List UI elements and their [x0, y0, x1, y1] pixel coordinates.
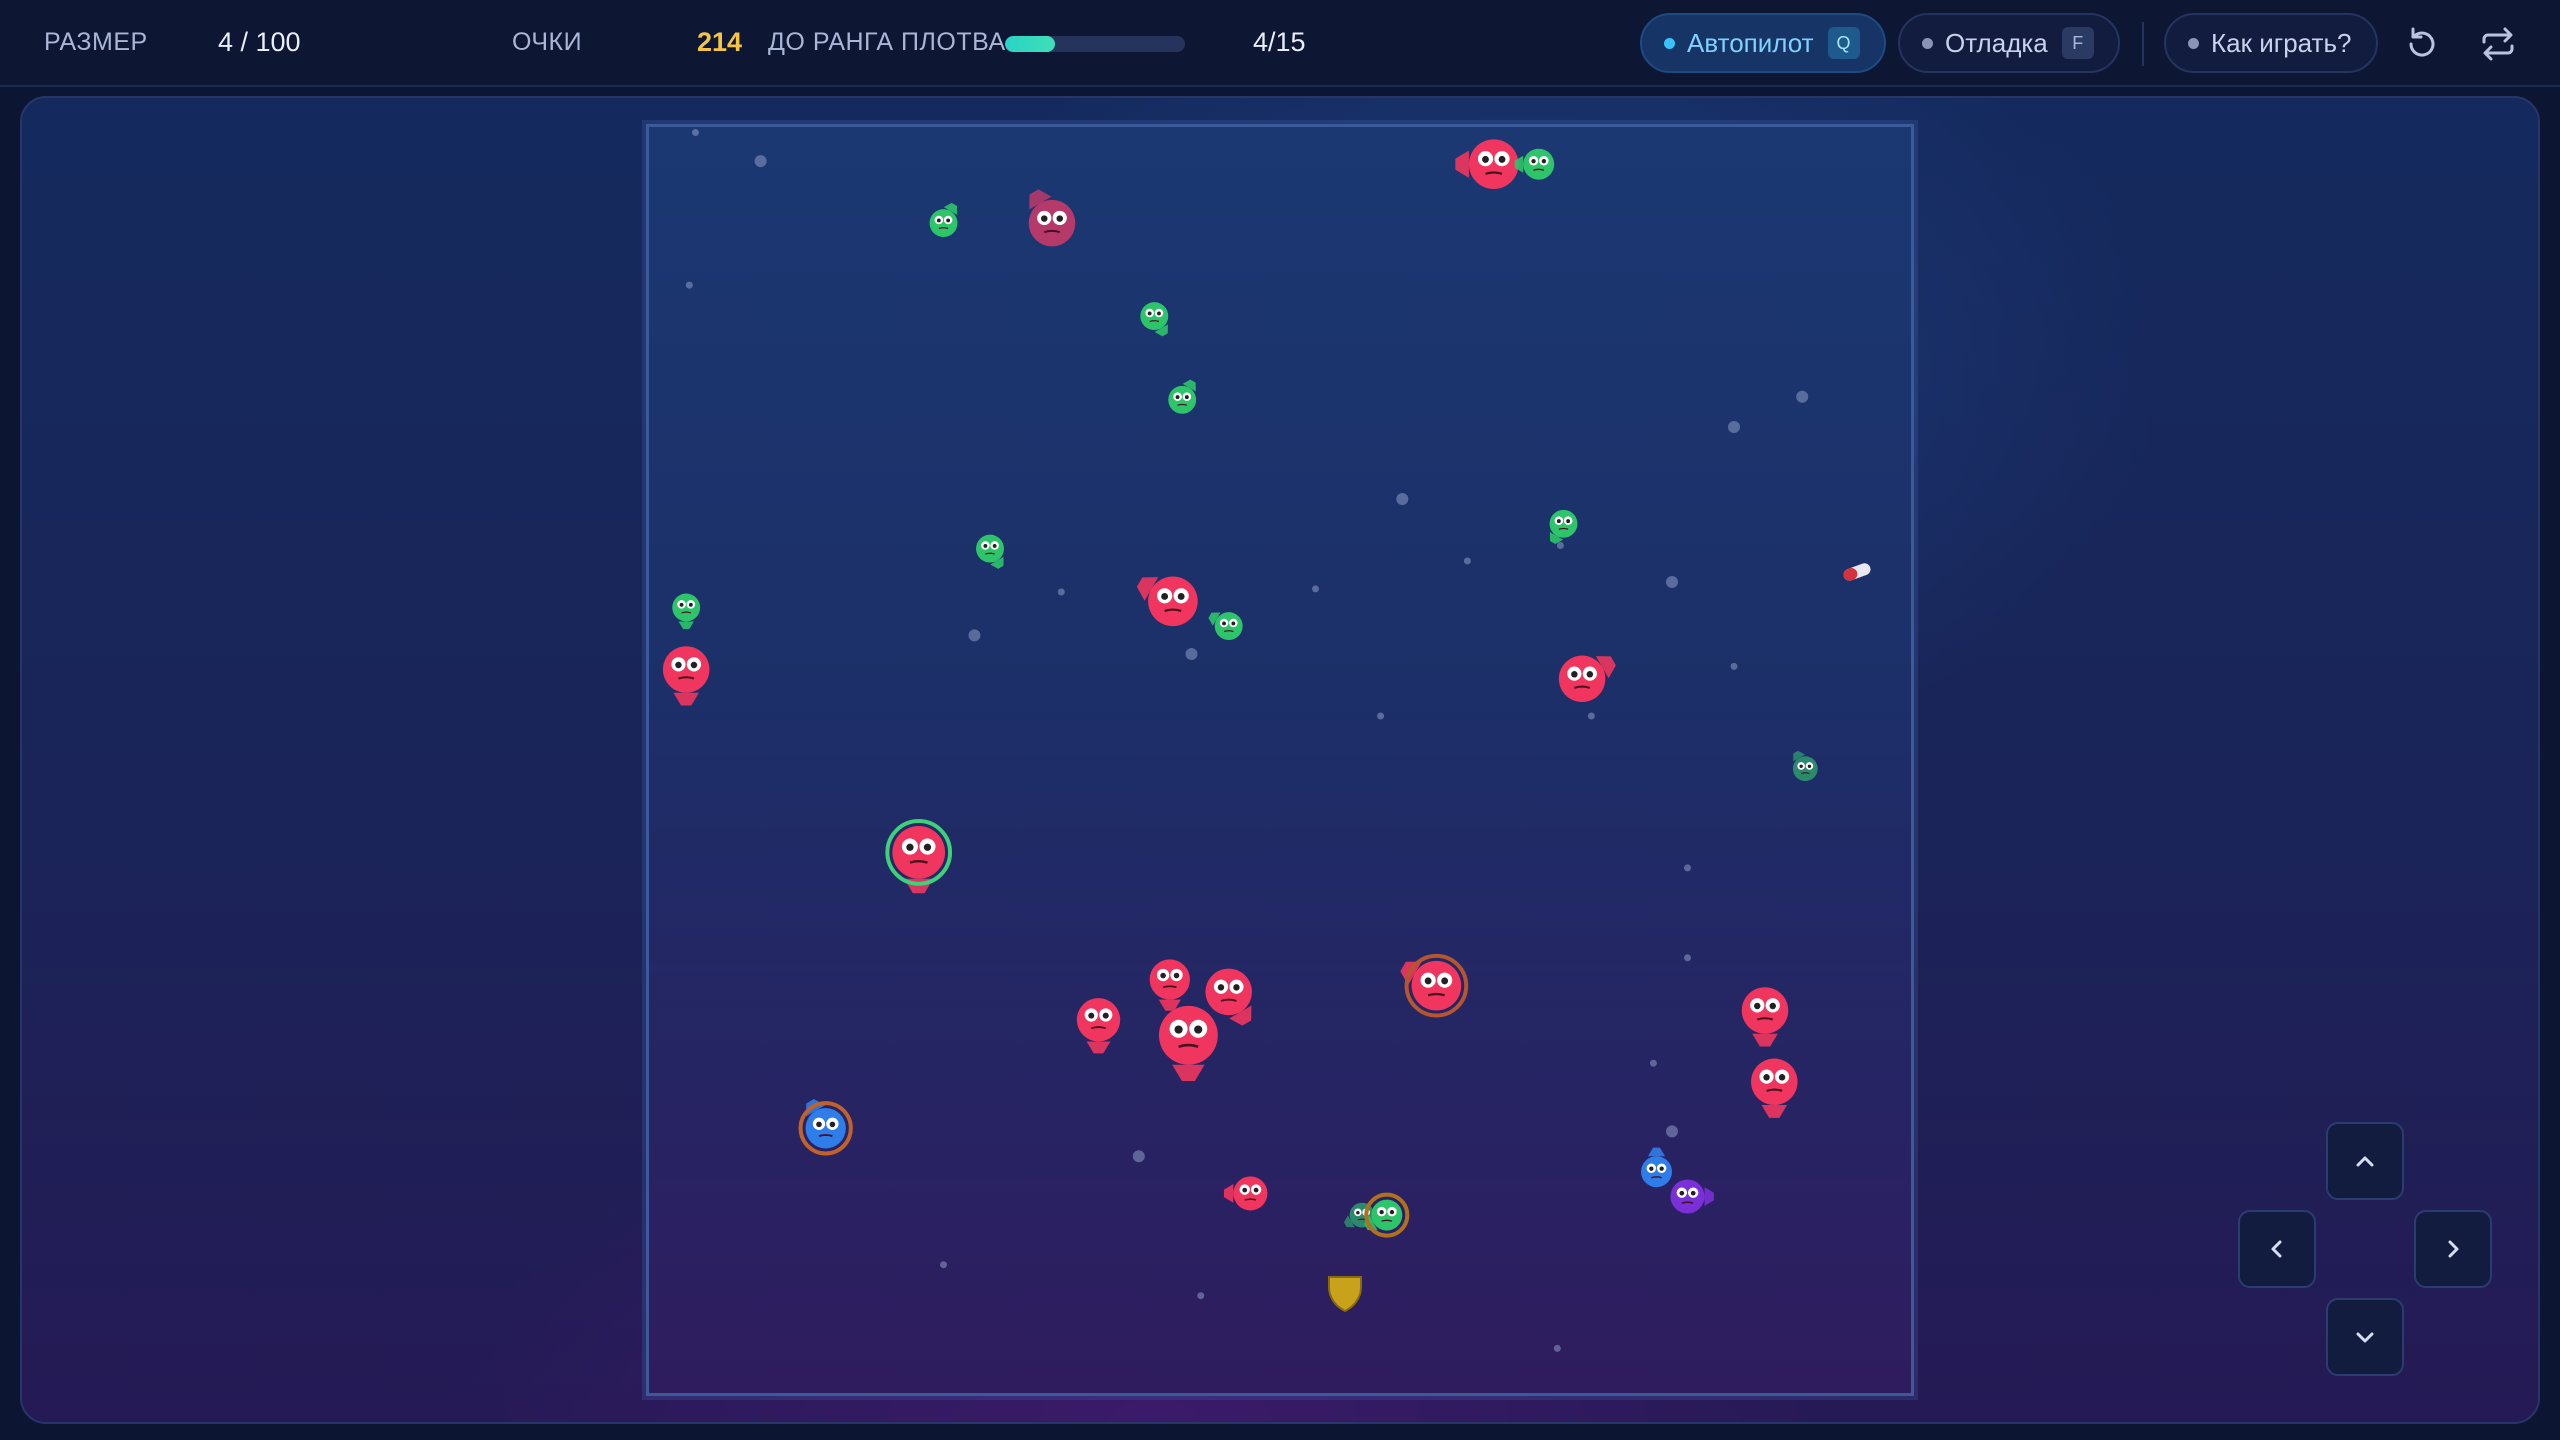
fish-prey-13 — [1792, 750, 1818, 782]
fish-predator-11 — [662, 646, 710, 706]
rank-label: ДО РАНГА ПЛОТВА — [768, 28, 1006, 56]
autopilot-status-dot — [1664, 37, 1675, 49]
restart-button[interactable] — [2398, 20, 2446, 68]
fish-prey-8 — [672, 593, 701, 630]
help-label: Как играть? — [2211, 27, 2352, 58]
fish-predator-20 — [1741, 987, 1789, 1047]
fish-predator-18 — [1076, 998, 1121, 1054]
plankton-dot — [1197, 1292, 1205, 1300]
plankton-dot — [1684, 864, 1691, 872]
chevron-up-icon — [2356, 1156, 2374, 1167]
plankton-dot — [1132, 1150, 1145, 1163]
fish-prey-2 — [929, 202, 958, 238]
plankton-particles — [685, 129, 1809, 1352]
help-dot — [2188, 37, 2199, 49]
fish-prey-6 — [1549, 509, 1578, 545]
plankton-dot — [1553, 1344, 1561, 1352]
plankton-dot — [1556, 542, 1564, 549]
plankton-dot — [1312, 585, 1319, 593]
toolbar-divider — [2142, 22, 2144, 66]
game-arena[interactable] — [646, 124, 1914, 1396]
pill-powerup-icon — [1843, 563, 1871, 581]
plankton-dot — [1463, 557, 1471, 565]
shield-powerup-icon — [1328, 1276, 1362, 1313]
plankton-dot — [1587, 712, 1595, 720]
plankton-dot — [940, 1261, 947, 1269]
plankton-dot — [1684, 954, 1691, 962]
fish-prey-7 — [976, 534, 1004, 569]
plankton-dot — [1377, 712, 1385, 720]
fish-predator-0 — [1455, 139, 1519, 189]
fish-predator-17 — [1205, 968, 1252, 1026]
size-label: РАЗМЕР — [44, 28, 148, 56]
fish-prey-4 — [1140, 302, 1169, 337]
fish-predator-14 — [885, 819, 953, 894]
rank-value: 4/15 — [1253, 27, 1306, 57]
swap-icon — [2482, 27, 2514, 61]
fish-predator-9 — [1136, 576, 1198, 627]
game-screen: РАЗМЕР 4 / 100 ОЧКИ 214 ДО РАНГА ПЛОТВА … — [0, 0, 2560, 1440]
rank-progress-bar — [1005, 36, 1185, 52]
plankton-dot — [692, 129, 699, 136]
plankton-dot — [685, 281, 693, 289]
plankton-dot — [1796, 390, 1809, 403]
plankton-dot — [1649, 1059, 1657, 1067]
fish-prey-26 — [1641, 1147, 1672, 1188]
plankton-dot — [1666, 576, 1678, 588]
plankton-dot — [754, 155, 767, 168]
swap-button[interactable] — [2474, 20, 2522, 68]
debug-label: Отладка — [1945, 27, 2048, 58]
fish-predator-19 — [1158, 1005, 1218, 1081]
score-value: 214 — [697, 27, 743, 57]
plankton-dot — [1730, 662, 1738, 670]
rank-progress-fill — [1005, 36, 1056, 52]
debug-button[interactable]: Отладка F — [1898, 13, 2120, 73]
plankton-dot — [1396, 493, 1409, 505]
debug-status-dot — [1922, 37, 1933, 49]
restart-icon — [2409, 27, 2435, 57]
fish-prey-1 — [1514, 148, 1555, 180]
chevron-down-icon — [2356, 1332, 2374, 1343]
fish-predator-23 — [1223, 1176, 1268, 1211]
fish-prey-27 — [1670, 1179, 1714, 1214]
size-value: 4 / 100 — [218, 27, 301, 57]
fish-predator-21 — [1751, 1058, 1798, 1118]
help-button[interactable]: Как играть? — [2164, 13, 2378, 73]
fish-layer — [662, 139, 1818, 1238]
fish-prey-5 — [1168, 379, 1197, 414]
autopilot-hotkey: Q — [1827, 27, 1860, 59]
autopilot-button[interactable]: Автопилот Q — [1640, 13, 1886, 73]
fish-prey-22 — [798, 1099, 853, 1156]
score-label: ОЧКИ — [512, 28, 583, 56]
chevron-right-icon — [2448, 1240, 2459, 1258]
plankton-dot — [1728, 421, 1740, 433]
top-hud-bar: РАЗМЕР 4 / 100 ОЧКИ 214 ДО РАНГА ПЛОТВА … — [0, 0, 2560, 87]
fish-prey-3 — [1028, 189, 1076, 247]
debug-hotkey: F — [2061, 27, 2094, 59]
fish-predator-15 — [1400, 953, 1469, 1018]
plankton-dot — [1057, 588, 1065, 596]
autopilot-label: Автопилот — [1687, 27, 1814, 58]
dpad-right-button[interactable] — [2414, 1210, 2492, 1288]
fish-predator-16 — [1149, 959, 1190, 1011]
dpad-left-button[interactable] — [2238, 1210, 2316, 1288]
arena-canvas — [662, 129, 1871, 1352]
fish-predator-12 — [1558, 655, 1616, 703]
dpad-up-button[interactable] — [2326, 1122, 2404, 1200]
dpad-down-button[interactable] — [2326, 1298, 2404, 1376]
plankton-dot — [1666, 1125, 1678, 1138]
plankton-dot — [968, 629, 981, 642]
plankton-dot — [1185, 648, 1198, 660]
chevron-left-icon — [2271, 1240, 2282, 1258]
fish-prey-10 — [1208, 612, 1243, 641]
